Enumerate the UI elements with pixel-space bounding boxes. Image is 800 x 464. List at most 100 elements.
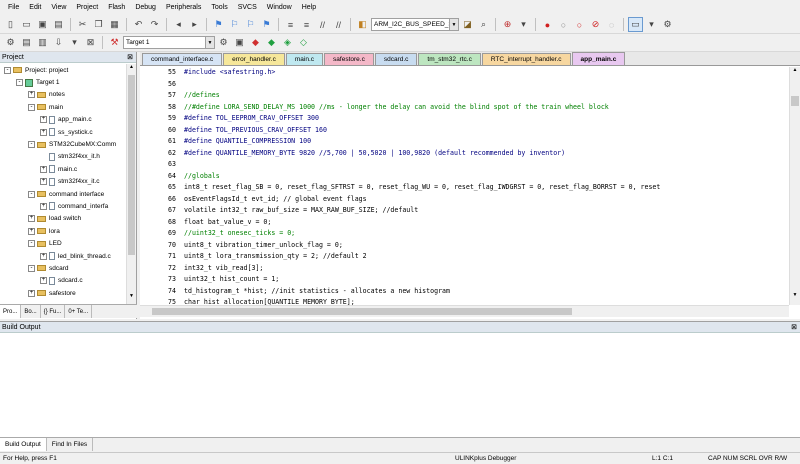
tree-item[interactable]: + app_main.c — [0, 113, 126, 126]
expand-toggle-icon[interactable]: + — [28, 227, 35, 235]
tree-item[interactable]: + ss_systick.c — [0, 126, 126, 138]
tree-item[interactable]: + stm32f4xx_it.c — [0, 176, 126, 188]
bookmark-prev-icon[interactable]: ⚐ — [227, 17, 242, 32]
editor-vertical-scrollbar[interactable]: ▲ ▼ — [789, 67, 800, 305]
bookmark-icon[interactable]: ⚑ — [211, 17, 226, 32]
scroll-down-arrow-icon[interactable]: ▼ — [127, 293, 136, 302]
tree-item[interactable]: + safestore — [0, 287, 126, 299]
tree-item[interactable]: - Target 1 — [0, 76, 126, 88]
open-folder-icon[interactable]: ▭ — [19, 17, 34, 32]
expand-toggle-icon[interactable]: + — [40, 116, 47, 124]
nav-back-icon[interactable]: ◂ — [171, 17, 186, 32]
scroll-down-arrow-icon[interactable]: ▼ — [790, 292, 800, 301]
expand-toggle-icon[interactable]: + — [28, 215, 35, 223]
project-tree-scrollbar[interactable]: ▲ ▼ — [126, 64, 136, 304]
chevron-down-icon[interactable]: ▼ — [449, 19, 458, 30]
bookmark-clear-icon[interactable]: ⚑ — [259, 17, 274, 32]
breakpoint-insert-icon[interactable]: ○ — [556, 17, 571, 32]
redo-icon[interactable]: ↷ — [147, 17, 162, 32]
save-all-icon[interactable]: ▤ — [51, 17, 66, 32]
menu-item-peripherals[interactable]: Peripherals — [161, 0, 206, 16]
editor-tab[interactable]: error_handler.c — [223, 53, 285, 65]
menu-item-file[interactable]: File — [3, 0, 24, 16]
options-for-target-icon[interactable]: ⚙ — [216, 35, 231, 50]
search-combo[interactable]: ARM_I2C_BUS_SPEED_ST ▼ — [371, 18, 459, 31]
tab-find-in-files[interactable]: Find In Files — [47, 438, 94, 451]
window-layout-dropdown-icon[interactable]: ▾ — [644, 17, 659, 32]
download-icon[interactable]: ⇩ — [51, 35, 66, 50]
expand-toggle-icon[interactable]: + — [40, 165, 47, 173]
bookmark-next-icon[interactable]: ⚐ — [243, 17, 258, 32]
tree-item[interactable]: - STM32CubeMX:Comm — [0, 138, 126, 150]
breakpoint-kill-icon[interactable]: ⊘ — [588, 17, 603, 32]
scrollbar-thumb[interactable] — [791, 96, 799, 106]
scroll-up-arrow-icon[interactable]: ▲ — [127, 64, 136, 73]
indent-icon[interactable]: ≡ — [283, 17, 298, 32]
breakpoint-disable-icon[interactable]: ○ — [572, 17, 587, 32]
find-file-icon[interactable]: ◧ — [355, 17, 370, 32]
tree-item[interactable]: - Project: project — [0, 64, 126, 76]
expand-toggle-icon[interactable]: - — [16, 79, 23, 87]
tree-item[interactable]: + led_blink_thread.c — [0, 250, 126, 262]
tree-item[interactable]: - LED — [0, 237, 126, 249]
cut-icon[interactable]: ✂ — [75, 17, 90, 32]
file-extensions-icon[interactable]: ▣ — [232, 35, 247, 50]
select-packs-icon[interactable]: ◈ — [280, 35, 295, 50]
menu-item-window[interactable]: Window — [262, 0, 297, 16]
project-panel-tab[interactable]: Pro... — [0, 305, 22, 318]
tree-item[interactable]: - command interface — [0, 188, 126, 200]
menu-item-svcs[interactable]: SVCS — [233, 0, 262, 16]
expand-toggle-icon[interactable]: + — [40, 252, 47, 260]
expand-toggle-icon[interactable]: + — [40, 178, 47, 186]
new-file-icon[interactable]: ▯ — [3, 17, 18, 32]
rebuild-icon[interactable]: ▥ — [35, 35, 50, 50]
code-view[interactable]: 55 #include <safestring.h> 56 57 //defines 58… — [140, 67, 788, 305]
translate-icon[interactable]: ⚙ — [3, 35, 18, 50]
target-options-icon[interactable]: ⚒ — [107, 35, 122, 50]
scroll-up-arrow-icon[interactable]: ▲ — [790, 67, 800, 76]
stop-build-icon[interactable]: ⊠ — [83, 35, 98, 50]
settings-icon[interactable]: ⚙ — [660, 17, 675, 32]
tab-build-output[interactable]: Build Output — [0, 438, 47, 451]
download-dropdown-icon[interactable]: ▾ — [67, 35, 82, 50]
editor-tab[interactable]: app_main.c — [571, 52, 626, 65]
expand-toggle-icon[interactable]: - — [28, 141, 35, 149]
project-panel-tab[interactable]: Bo... — [21, 305, 41, 318]
nav-forward-icon[interactable]: ▸ — [187, 17, 202, 32]
editor-horizontal-scrollbar[interactable] — [140, 305, 789, 317]
outdent-icon[interactable]: ≡ — [299, 17, 314, 32]
editor-tab[interactable]: command_interface.c — [142, 53, 223, 65]
expand-toggle-icon[interactable]: + — [28, 91, 35, 99]
zoom-dropdown-icon[interactable]: ▾ — [516, 17, 531, 32]
scrollbar-thumb[interactable] — [152, 308, 572, 315]
tree-item[interactable]: - sdcard — [0, 262, 126, 274]
panel-close-icon[interactable]: ⊠ — [791, 323, 800, 331]
expand-toggle-icon[interactable]: - — [4, 66, 11, 74]
project-panel-tab[interactable]: 0+ Te... — [65, 305, 93, 318]
expand-toggle-icon[interactable]: + — [40, 202, 47, 210]
window-layout-icon[interactable]: ▭ — [628, 17, 643, 32]
multi-project-icon[interactable]: ◇ — [296, 35, 311, 50]
zoom-icon[interactable]: ⊕ — [500, 17, 515, 32]
find-icon[interactable]: ⌕ — [476, 17, 491, 32]
tree-item[interactable]: + load switch — [0, 213, 126, 225]
menu-item-tools[interactable]: Tools — [206, 0, 232, 16]
expand-toggle-icon[interactable]: - — [28, 103, 35, 111]
menu-item-flash[interactable]: Flash — [103, 0, 130, 16]
expand-toggle-icon[interactable]: - — [28, 190, 35, 198]
expand-toggle-icon[interactable]: + — [40, 128, 47, 136]
comment-icon[interactable]: // — [315, 17, 330, 32]
expand-toggle-icon[interactable]: - — [28, 264, 35, 272]
target-combo[interactable]: Target 1 ▼ — [123, 36, 215, 49]
tree-item[interactable]: + lora — [0, 225, 126, 237]
editor-tab[interactable]: tm_stm32_rtc.c — [418, 53, 481, 65]
paste-icon[interactable]: ▦ — [107, 17, 122, 32]
editor-tab[interactable]: safestore.c — [324, 53, 374, 65]
find-in-files-icon[interactable]: ◪ — [460, 17, 475, 32]
build-icon[interactable]: ▤ — [19, 35, 34, 50]
editor-tab[interactable]: sdcard.c — [374, 53, 418, 65]
menu-item-project[interactable]: Project — [71, 0, 103, 16]
copy-icon[interactable]: ❐ — [91, 17, 106, 32]
breakpoint-disable-all-icon[interactable]: ◌ — [604, 17, 619, 32]
tree-item[interactable]: + notes — [0, 89, 126, 101]
